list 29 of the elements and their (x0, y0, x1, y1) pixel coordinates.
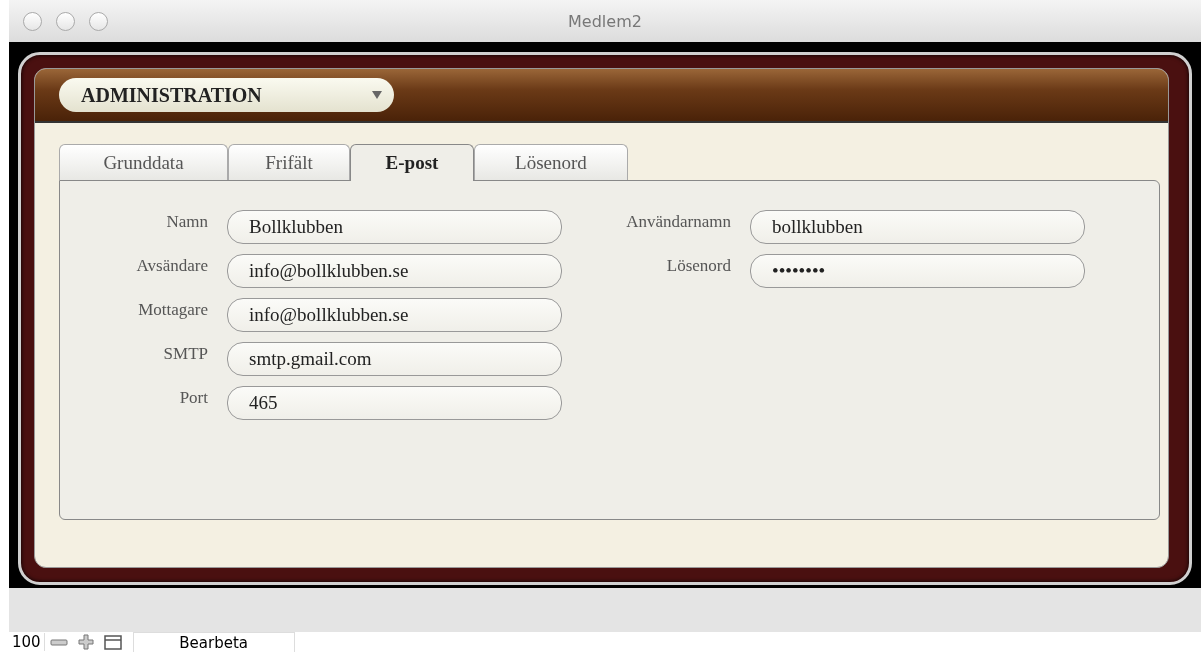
menu-dropdown[interactable]: ADMINISTRATION (59, 78, 394, 112)
tab[interactable]: Lösenord (474, 144, 628, 180)
window-title: Medlem2 (568, 11, 642, 31)
zoom-in-icon[interactable] (77, 634, 94, 650)
text-field[interactable]: info@bollklubben.se (227, 254, 562, 288)
text-field[interactable]: bollklubben (750, 210, 1085, 244)
field-label: SMTP (162, 344, 208, 364)
field-label: Lösenord (665, 256, 731, 276)
field-label: Avsändare (135, 256, 208, 276)
text-field[interactable]: •••••••• (750, 254, 1085, 288)
text-field[interactable]: smtp.gmail.com (227, 342, 562, 376)
zoom-button[interactable] (89, 11, 108, 31)
toolbar-toggle-icon[interactable] (103, 634, 122, 650)
caret-icon (372, 91, 382, 99)
text-field[interactable]: Bollklubben (227, 210, 562, 244)
zoom-out-icon[interactable] (49, 636, 68, 648)
text-field[interactable]: 465 (227, 386, 562, 420)
field-label: Namn (165, 212, 208, 232)
field-label: Port (178, 388, 208, 408)
minimize-button[interactable] (56, 11, 75, 31)
close-button[interactable] (23, 11, 42, 31)
mode-tab[interactable]: Bearbeta (132, 631, 295, 652)
tab[interactable]: Grunddata (59, 144, 228, 180)
tab[interactable]: E-post (350, 144, 474, 181)
zoom-level: 100 (9, 633, 45, 651)
field-label: Mottagare (137, 300, 208, 320)
text-field[interactable]: info@bollklubben.se (227, 298, 562, 332)
field-label: Användarnamn (625, 212, 731, 232)
tab[interactable]: Frifält (228, 144, 350, 180)
